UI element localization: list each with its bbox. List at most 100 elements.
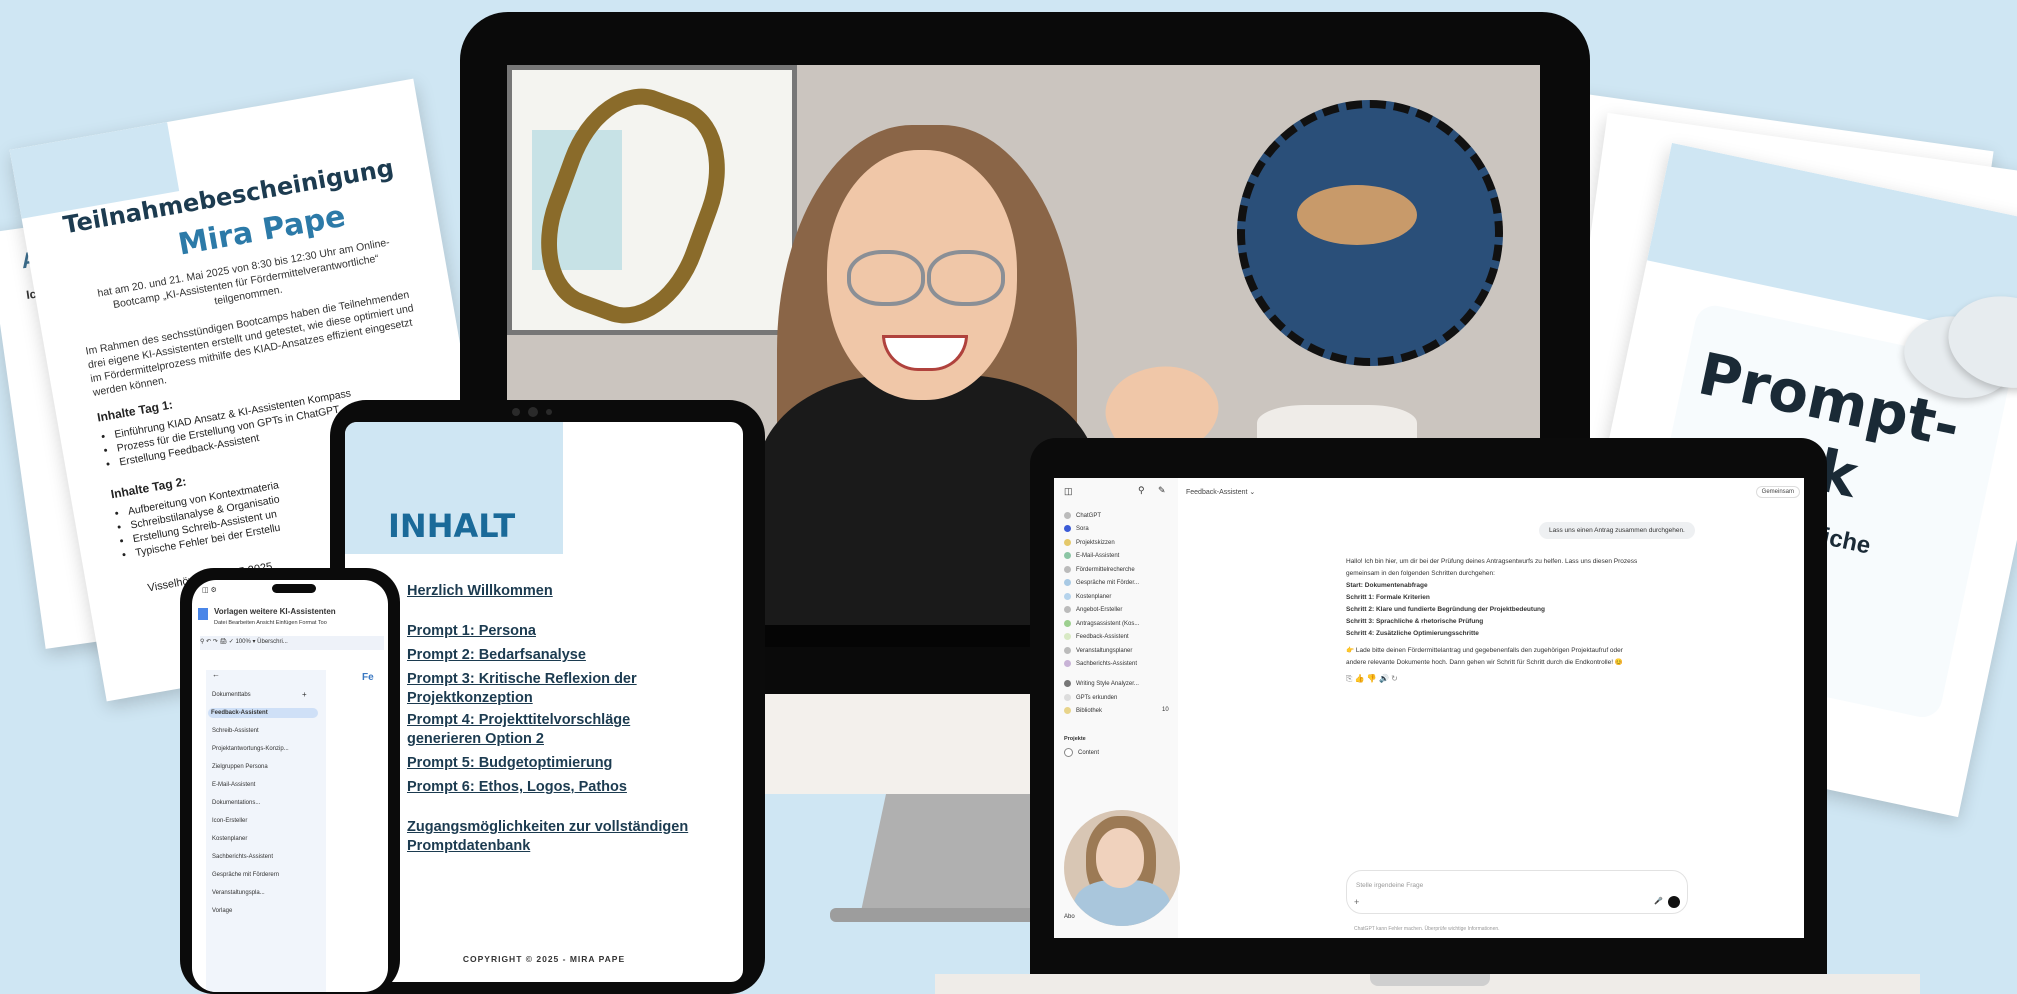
tab-item[interactable]: Icon-Ersteller — [212, 818, 247, 824]
toc-link[interactable]: Prompt 1: Persona — [407, 622, 707, 641]
status-bar: ◫ ⚙ — [202, 587, 217, 594]
sidebar-item-gpt[interactable]: Veranstaltungsplaner — [1064, 647, 1132, 654]
sidebar-item-label: Sachberichts-Assistent — [1076, 661, 1138, 668]
tab-item[interactable]: Projektantwortungs-Konzip... — [212, 746, 289, 752]
sidebar-toggle-icon[interactable]: ◫ — [1064, 486, 1073, 497]
tab-item[interactable]: Sachberichts-Assistent — [212, 854, 273, 860]
glasses-right — [927, 250, 1005, 306]
sidebar-item-label: Fördermittelrecherche — [1076, 567, 1135, 574]
new-chat-icon[interactable]: ✎ — [1158, 485, 1166, 496]
sidebar-item-sora[interactable]: Sora — [1064, 525, 1089, 532]
toolbar[interactable]: ⚲ ↶ ↷ 🖨 ✓ 100% ▾ Überschri... — [200, 636, 384, 650]
assistant-intro: Hallo! Ich bin hier, um dir bei der Prüf… — [1346, 558, 1638, 565]
toc-link[interactable]: Herzlich Willkommen — [407, 582, 707, 601]
menu-item[interactable]: Ansicht — [256, 620, 274, 626]
doc-title[interactable]: Vorlagen weitere KI-Assistenten — [214, 607, 336, 616]
disclaimer: ChatGPT kann Fehler machen. Überprüfe wi… — [1354, 926, 1500, 932]
sidebar-item-library[interactable]: Bibliothek — [1064, 707, 1102, 714]
webcam-avatar — [1064, 810, 1180, 926]
sidebar-item-label: Veranstaltungsplaner — [1076, 648, 1133, 655]
sidebar-item-label: ChatGPT — [1076, 513, 1102, 520]
sidebar-item-gpt[interactable]: Kostenplaner — [1064, 593, 1111, 600]
assistant-step: Start: Dokumentenabfrage — [1346, 582, 1428, 589]
assistant-cta-2: andere relevante Dokumente hoch. Dann ge… — [1346, 659, 1623, 666]
tab-item[interactable]: E-Mail-Assistent — [212, 782, 255, 788]
add-tab-icon[interactable]: + — [302, 690, 307, 699]
sidebar-item-explore[interactable]: GPTs erkunden — [1064, 694, 1117, 701]
sidebar-item-label: Projektskizzen — [1076, 540, 1115, 547]
tab-item[interactable]: Vorlage — [212, 908, 232, 914]
tabs-label: Dokumenttabs — [212, 692, 251, 698]
tab-item[interactable]: Schreib-Assistent — [212, 728, 259, 734]
menu-bar[interactable]: Datei Bearbeiten Ansicht Einfügen Format… — [214, 620, 327, 629]
voice-mode-button[interactable] — [1668, 896, 1680, 908]
tab-item[interactable]: Feedback-Assistent — [208, 708, 318, 718]
chat-input-placeholder: Stelle irgendeine Frage — [1356, 882, 1424, 889]
message-actions[interactable]: ⎘ 👍 👎 🔊 ↻ — [1346, 674, 1398, 684]
toc-link[interactable]: Zugangsmöglichkeiten zur vollständigen P… — [407, 818, 707, 856]
assistant-intro-2: gemeinsam in den folgenden Schritten dur… — [1346, 570, 1495, 577]
sensor-dot — [546, 409, 552, 415]
assistant-cta: 👉 Lade bitte deinen Fördermittelantrag u… — [1346, 647, 1623, 654]
sidebar-item-gpt[interactable]: E-Mail-Assistent — [1064, 552, 1119, 559]
sidebar-item-gpt[interactable]: Antragsassistent (Kos... — [1064, 620, 1139, 627]
sidebar-item-label: GPTs erkunden — [1076, 695, 1118, 702]
toc-link[interactable]: Prompt 5: Budgetoptimierung — [407, 754, 707, 773]
zoom-select[interactable]: 100% — [235, 639, 250, 645]
microphone-icon[interactable]: 🎤 — [1654, 897, 1663, 905]
menu-item[interactable]: Bearbeiten — [228, 620, 255, 626]
menu-item[interactable]: Einfügen — [276, 620, 298, 626]
docs-app: ◫ ⚙ Vorlagen weitere KI-Assistenten Date… — [192, 580, 388, 992]
turtle-icon — [1297, 185, 1417, 245]
sidebar-item-gpt[interactable]: Feedback-Assistent — [1064, 633, 1129, 640]
menu-item[interactable]: Too — [318, 620, 327, 626]
tab-item[interactable]: Dokumentations... — [212, 800, 260, 806]
assistant-step: Schritt 3: Sprachliche & rhetorische Prü… — [1346, 618, 1484, 625]
sidebar-item-label: Angebot-Ersteller — [1076, 607, 1123, 614]
sidebar-item-gpt[interactable]: Writing Style Analyzer... — [1064, 680, 1139, 687]
library-count: 10 — [1162, 707, 1169, 713]
share-button[interactable]: Gemeinsam — [1755, 486, 1800, 498]
tab-item[interactable]: Zielgruppen Persona — [212, 764, 268, 770]
toc-heading: INHALT — [388, 507, 516, 545]
sidebar-item-chatgpt[interactable]: ChatGPT — [1064, 512, 1101, 519]
search-icon[interactable]: ⚲ — [1138, 485, 1145, 496]
glasses-left — [847, 250, 925, 306]
assistant-step: Schritt 2: Klare und fundierte Begründun… — [1346, 606, 1545, 613]
menu-item[interactable]: Format — [299, 620, 316, 626]
project-label: Content — [1078, 750, 1100, 757]
camera-lens — [528, 407, 538, 417]
sidebar-item-gpt[interactable]: Gespräche mit Förder... — [1064, 579, 1139, 586]
toc-page: INHALT Herzlich Willkommen Prompt 1: Per… — [345, 422, 743, 982]
toc-link[interactable]: Prompt 6: Ethos, Logos, Pathos — [407, 778, 707, 797]
sidebar-item-gpt[interactable]: Fördermittelrecherche — [1064, 566, 1135, 573]
toc-link[interactable]: Prompt 3: Kritische Reflexion der Projek… — [407, 670, 707, 708]
projects-label: Projekte — [1064, 736, 1086, 742]
tab-item[interactable]: Veranstaltungspla... — [212, 890, 265, 896]
document-tabs-panel — [206, 670, 326, 992]
chat-input[interactable] — [1346, 870, 1688, 914]
sidebar-item-label: Sora — [1076, 526, 1089, 533]
assistant-step: Schritt 4: Zusätzliche Optimierungsschri… — [1346, 630, 1479, 637]
back-arrow-icon[interactable]: ← — [212, 670, 220, 679]
sidebar-item-label: Gespräche mit Förder... — [1076, 580, 1140, 587]
sidebar-item-gpt[interactable]: Sachberichts-Assistent — [1064, 660, 1137, 667]
assistant-step: Schritt 1: Formale Kriterien — [1346, 594, 1430, 601]
sidebar-item-gpt[interactable]: Angebot-Ersteller — [1064, 606, 1122, 613]
project-content[interactable]: Content — [1064, 748, 1099, 757]
tab-item[interactable]: Gespräche mit Förderern — [212, 872, 279, 878]
toc-link[interactable]: Prompt 2: Bedarfsanalyse — [407, 646, 707, 665]
sidebar-item-label: E-Mail-Assistent — [1076, 553, 1120, 560]
tab-item[interactable]: Kostenplaner — [212, 836, 247, 842]
style-select[interactable]: Überschri... — [257, 639, 288, 645]
plus-icon[interactable]: + — [1354, 897, 1359, 907]
laptop-notch — [1370, 974, 1490, 986]
model-selector[interactable]: Feedback-Assistent ⌄ — [1186, 488, 1255, 496]
toc-link[interactable]: Prompt 4: Projekttitelvorschläge generie… — [407, 711, 707, 749]
camera-dot — [512, 408, 520, 416]
menu-item[interactable]: Datei — [214, 620, 227, 626]
sidebar-item-gpt[interactable]: Projektskizzen — [1064, 539, 1115, 546]
sidebar-item-label: Feedback-Assistent — [1076, 634, 1129, 641]
docs-icon — [198, 608, 208, 620]
sidebar-item-label: Kostenplaner — [1076, 594, 1112, 601]
